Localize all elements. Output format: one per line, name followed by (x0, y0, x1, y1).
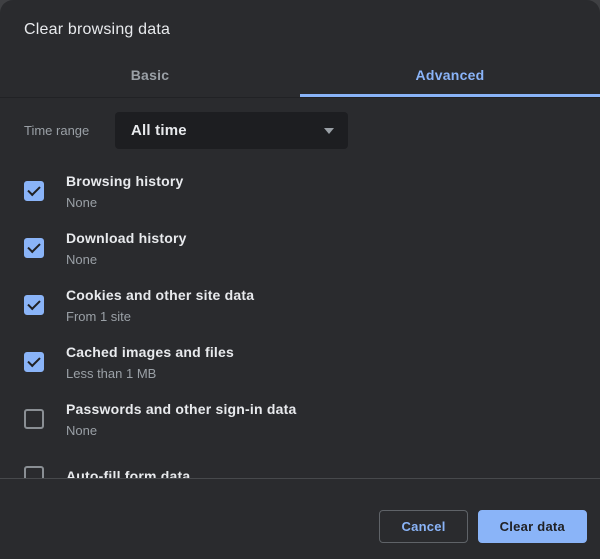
list-item-text: Download history None (66, 227, 187, 270)
list-item-passwords[interactable]: Passwords and other sign-in data None (24, 397, 576, 441)
list-item-label: Auto-fill form data (66, 465, 190, 478)
checkbox[interactable] (24, 181, 44, 201)
list-item-browsing-history[interactable]: Browsing history None (24, 169, 576, 213)
checkbox[interactable] (24, 238, 44, 258)
list-item-sublabel: None (66, 249, 187, 270)
list-item-download-history[interactable]: Download history None (24, 226, 576, 270)
list-item-label: Passwords and other sign-in data (66, 398, 296, 420)
list-item-sublabel: None (66, 192, 184, 213)
list-item-label: Browsing history (66, 170, 184, 192)
list-item-label: Download history (66, 227, 187, 249)
clear-data-button[interactable]: Clear data (478, 510, 587, 543)
time-range-label: Time range (24, 123, 115, 138)
list-item-sublabel: Less than 1 MB (66, 363, 234, 384)
tab-bar: Basic Advanced (0, 55, 600, 98)
checkbox[interactable] (24, 295, 44, 315)
clear-browsing-data-dialog: Clear browsing data Basic Advanced Time … (0, 0, 600, 559)
list-item-cached-images[interactable]: Cached images and files Less than 1 MB (24, 340, 576, 384)
list-item-sublabel: None (66, 420, 296, 441)
dialog-title: Clear browsing data (24, 21, 576, 39)
list-item-sublabel: From 1 site (66, 306, 254, 327)
dialog-header: Clear browsing data (0, 0, 600, 55)
list-item-autofill[interactable]: Auto-fill form data (24, 454, 576, 478)
checkbox[interactable] (24, 409, 44, 429)
time-range-selected-value: All time (131, 122, 187, 139)
list-item-text: Passwords and other sign-in data None (66, 398, 296, 441)
data-type-list: Browsing history None Download history N… (24, 169, 576, 478)
time-range-row: Time range All time (24, 112, 576, 149)
list-item-cookies[interactable]: Cookies and other site data From 1 site (24, 283, 576, 327)
tab-basic[interactable]: Basic (0, 55, 300, 97)
checkbox[interactable] (24, 466, 44, 478)
tab-advanced[interactable]: Advanced (300, 55, 600, 97)
list-item-text: Cookies and other site data From 1 site (66, 284, 254, 327)
list-item-label: Cached images and files (66, 341, 234, 363)
list-item-label: Cookies and other site data (66, 284, 254, 306)
list-item-text: Auto-fill form data (66, 465, 190, 478)
cancel-button[interactable]: Cancel (379, 510, 467, 543)
time-range-select[interactable]: All time (115, 112, 348, 149)
dialog-footer: Cancel Clear data (0, 478, 600, 559)
chevron-down-icon (324, 128, 334, 134)
list-item-text: Cached images and files Less than 1 MB (66, 341, 234, 384)
checkbox[interactable] (24, 352, 44, 372)
list-item-text: Browsing history None (66, 170, 184, 213)
dialog-scroll-area: Time range All time Browsing history Non… (0, 98, 600, 478)
